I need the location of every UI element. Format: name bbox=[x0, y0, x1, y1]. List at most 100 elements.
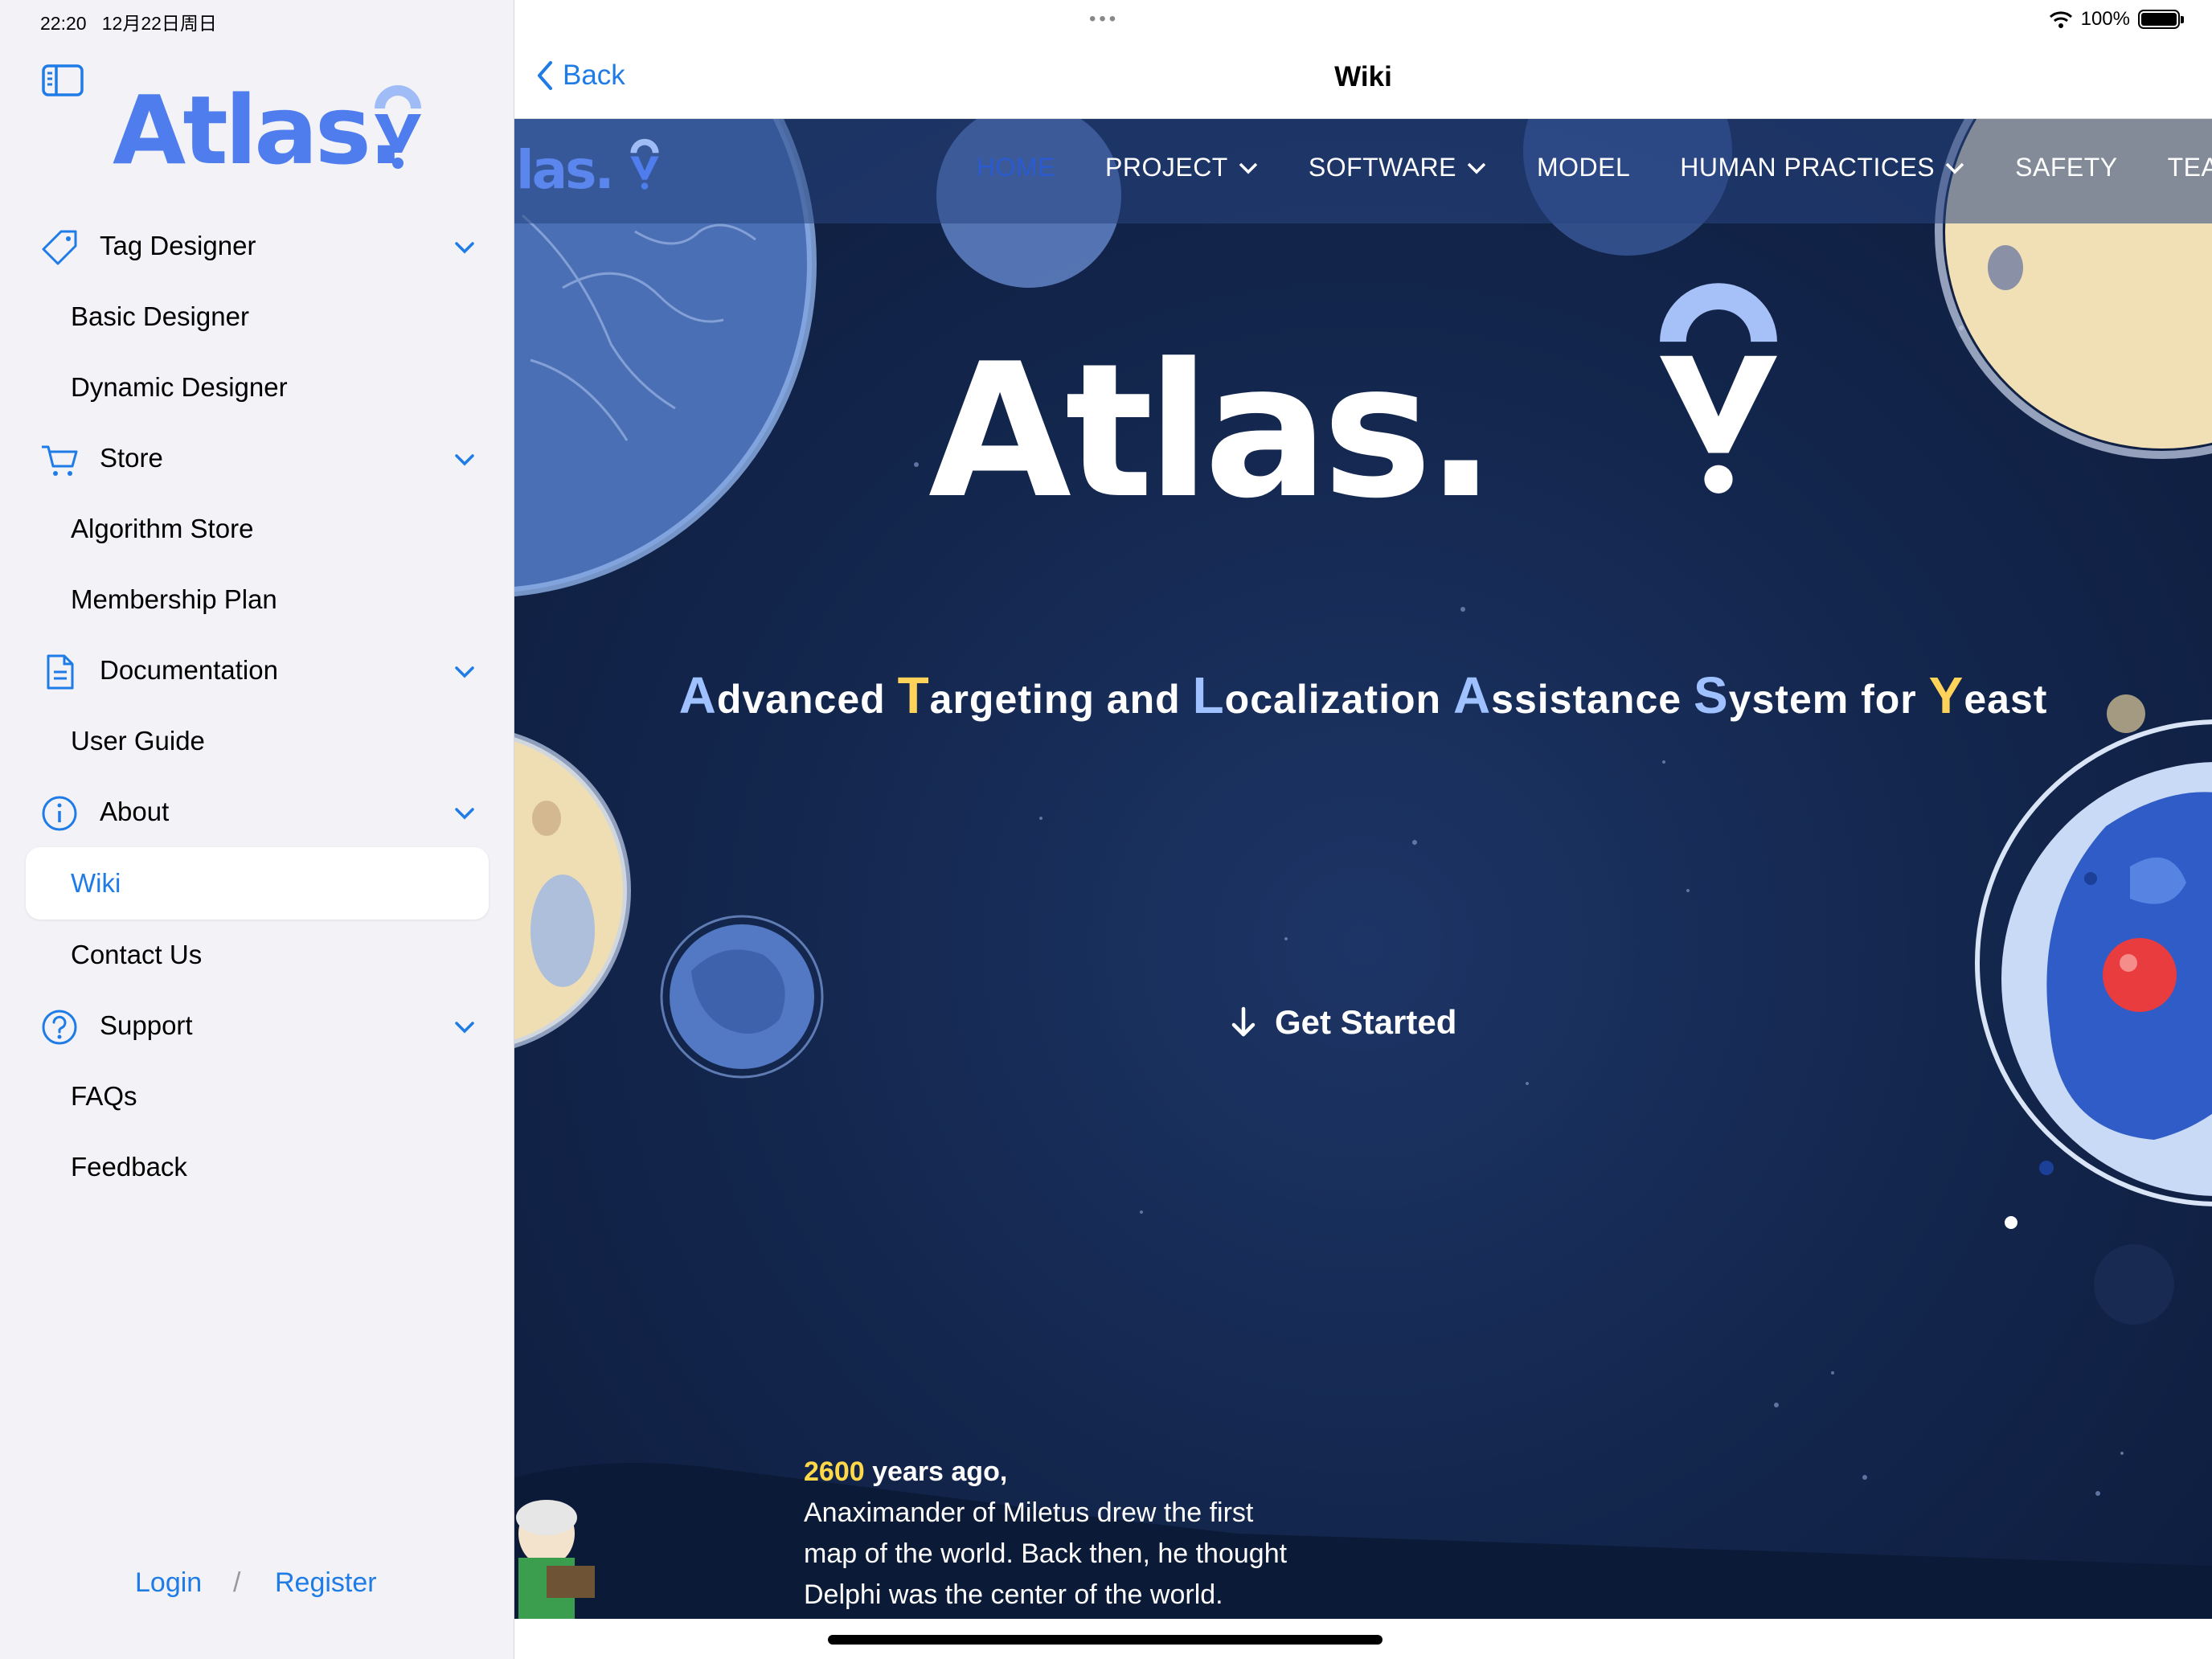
arrow-down-icon bbox=[1231, 1006, 1256, 1037]
tagline-letter: L bbox=[1192, 666, 1225, 724]
story-head: years ago, bbox=[864, 1456, 1008, 1487]
story-line: map of the world. Back then, he thought bbox=[804, 1538, 1288, 1569]
history-story: 2600 years ago, Anaximander of Miletus d… bbox=[804, 1452, 1302, 1616]
sidebar-menu: Tag Designer Basic Designer Dynamic Desi… bbox=[0, 211, 514, 1202]
menu-group-label: Documentation bbox=[100, 655, 278, 685]
battery-icon bbox=[2138, 10, 2184, 29]
site-nav-model[interactable]: MODEL bbox=[1537, 153, 1630, 182]
info-icon bbox=[42, 796, 77, 831]
tagline-word: argeting and bbox=[929, 677, 1193, 722]
menu-group-about[interactable]: About bbox=[0, 776, 514, 847]
menu-item-label: Dynamic Designer bbox=[71, 372, 288, 402]
wiki-webview[interactable]: las. HOME PROJECT SOFTWARE MODEL HUMAN P… bbox=[514, 119, 2212, 1619]
tagline-word: east bbox=[1964, 677, 2048, 722]
menu-group-label: Tag Designer bbox=[100, 231, 256, 260]
menu-item-label: FAQs bbox=[71, 1081, 137, 1111]
site-nav-team[interactable]: TEAM bbox=[2168, 153, 2212, 182]
chevron-down-icon[interactable] bbox=[450, 1013, 479, 1042]
menu-group-label: About bbox=[100, 797, 170, 826]
menu-group-label: Support bbox=[100, 1010, 193, 1040]
register-link[interactable]: Register bbox=[275, 1567, 377, 1599]
menu-item-user-guide[interactable]: User Guide bbox=[0, 706, 514, 776]
chevron-down-icon[interactable] bbox=[450, 233, 479, 262]
status-time: 22:20 bbox=[40, 13, 87, 34]
site-nav-team-label: TEAM bbox=[2167, 153, 2212, 182]
menu-item-label: Wiki bbox=[71, 868, 121, 898]
wifi-icon bbox=[2049, 11, 2072, 28]
site-nav-human-practices-label: HUMAN PRACTICES bbox=[1680, 153, 1936, 182]
site-nav-project[interactable]: PROJECT bbox=[1105, 153, 1259, 182]
menu-item-faqs[interactable]: FAQs bbox=[0, 1061, 514, 1132]
get-started-button[interactable]: Get Started bbox=[1230, 1003, 1456, 1042]
tagline-letter: S bbox=[1693, 666, 1729, 724]
site-nav-software-label: SOFTWARE bbox=[1308, 153, 1456, 182]
story-line: Anaximander of Miletus drew the first bbox=[804, 1497, 1254, 1528]
document-icon bbox=[47, 654, 74, 690]
home-indicator[interactable] bbox=[828, 1635, 1382, 1645]
question-icon bbox=[42, 1010, 77, 1045]
menu-item-basic-designer[interactable]: Basic Designer bbox=[0, 281, 514, 352]
menu-item-label: Algorithm Store bbox=[71, 514, 254, 543]
hero-logo: Atlas. bbox=[928, 283, 1813, 539]
site-nav-software[interactable]: SOFTWARE bbox=[1309, 153, 1487, 182]
tagline-letter: A bbox=[678, 666, 717, 724]
cart-icon bbox=[42, 445, 78, 476]
menu-item-contact-us[interactable]: Contact Us bbox=[0, 920, 514, 990]
tagline-letter: A bbox=[1452, 666, 1492, 724]
tagline-word: dvanced bbox=[716, 677, 898, 722]
login-link[interactable]: Login bbox=[135, 1567, 202, 1599]
site-nav-safety-label: SAFETY bbox=[2015, 153, 2118, 182]
story-line: Delphi was the center of the world. bbox=[804, 1579, 1223, 1610]
brand-text: Atlas. bbox=[113, 75, 404, 186]
battery-percent: 100% bbox=[2080, 8, 2130, 30]
status-right: 100% bbox=[2049, 8, 2184, 31]
chevron-down-icon bbox=[1467, 162, 1486, 174]
sidebar: 22:20 12月22日周日 Atlas. Tag Designer Basic… bbox=[0, 0, 514, 1659]
location-pin-icon bbox=[1660, 283, 1777, 494]
chevron-down-icon[interactable] bbox=[450, 445, 479, 474]
hero-title: Atlas. bbox=[928, 325, 1496, 539]
site-navbar: las. HOME PROJECT SOFTWARE MODEL HUMAN P… bbox=[514, 119, 2212, 223]
chevron-down-icon bbox=[1945, 162, 1964, 174]
menu-item-label: Membership Plan bbox=[71, 584, 277, 614]
menu-item-label: Contact Us bbox=[71, 940, 203, 969]
menu-group-documentation[interactable]: Documentation bbox=[0, 635, 514, 706]
menu-item-wiki[interactable]: Wiki bbox=[26, 847, 489, 920]
menu-item-label: User Guide bbox=[71, 726, 205, 756]
location-pin-icon bbox=[375, 85, 421, 169]
site-nav-human-practices[interactable]: HUMAN PRACTICES bbox=[1680, 153, 1965, 182]
menu-item-label: Basic Designer bbox=[71, 301, 249, 331]
menu-group-support[interactable]: Support bbox=[0, 990, 514, 1061]
chevron-down-icon[interactable] bbox=[450, 799, 479, 828]
chevron-down-icon bbox=[1239, 162, 1258, 174]
site-nav-home[interactable]: HOME bbox=[977, 153, 1055, 182]
multitasking-dots-icon[interactable]: ••• bbox=[1089, 8, 1119, 31]
chevron-down-icon[interactable] bbox=[450, 657, 479, 686]
tagline-word: ssistance bbox=[1491, 677, 1694, 722]
menu-item-membership-plan[interactable]: Membership Plan bbox=[0, 564, 514, 635]
site-nav-model-label: MODEL bbox=[1536, 153, 1631, 182]
tagline-word: ystem for bbox=[1728, 677, 1929, 722]
page-title: Wiki bbox=[1334, 61, 1392, 92]
auth-separator: / bbox=[233, 1567, 241, 1598]
menu-group-tag-designer[interactable]: Tag Designer bbox=[0, 211, 514, 281]
main-panel: ••• 100% Back Wiki las. HOME PROJECT SOF… bbox=[514, 0, 2212, 1659]
menu-item-dynamic-designer[interactable]: Dynamic Designer bbox=[0, 352, 514, 423]
status-date: 12月22日周日 bbox=[101, 13, 217, 34]
hero-tagline: Advanced Targeting and Localization Assi… bbox=[514, 666, 2212, 725]
location-pin-icon bbox=[629, 138, 659, 190]
site-logo-text: las. bbox=[516, 139, 615, 201]
status-time-date: 22:20 12月22日周日 bbox=[40, 8, 217, 35]
site-nav-safety[interactable]: SAFETY bbox=[2015, 153, 2117, 182]
menu-group-label: Store bbox=[100, 443, 163, 473]
menu-group-store[interactable]: Store bbox=[0, 423, 514, 494]
menu-item-algorithm-store[interactable]: Algorithm Store bbox=[0, 494, 514, 564]
menu-item-feedback[interactable]: Feedback bbox=[0, 1132, 514, 1202]
site-nav-home-label: HOME bbox=[977, 153, 1055, 182]
sidebar-toggle-icon[interactable] bbox=[42, 64, 84, 96]
site-logo[interactable]: las. bbox=[516, 137, 661, 201]
story-heading: 2600 years ago, bbox=[804, 1452, 1302, 1493]
site-nav-links: HOME PROJECT SOFTWARE MODEL HUMAN PRACTI… bbox=[977, 153, 2212, 182]
brand-logo: Atlas. bbox=[113, 82, 434, 178]
menu-item-label: Feedback bbox=[71, 1152, 187, 1182]
